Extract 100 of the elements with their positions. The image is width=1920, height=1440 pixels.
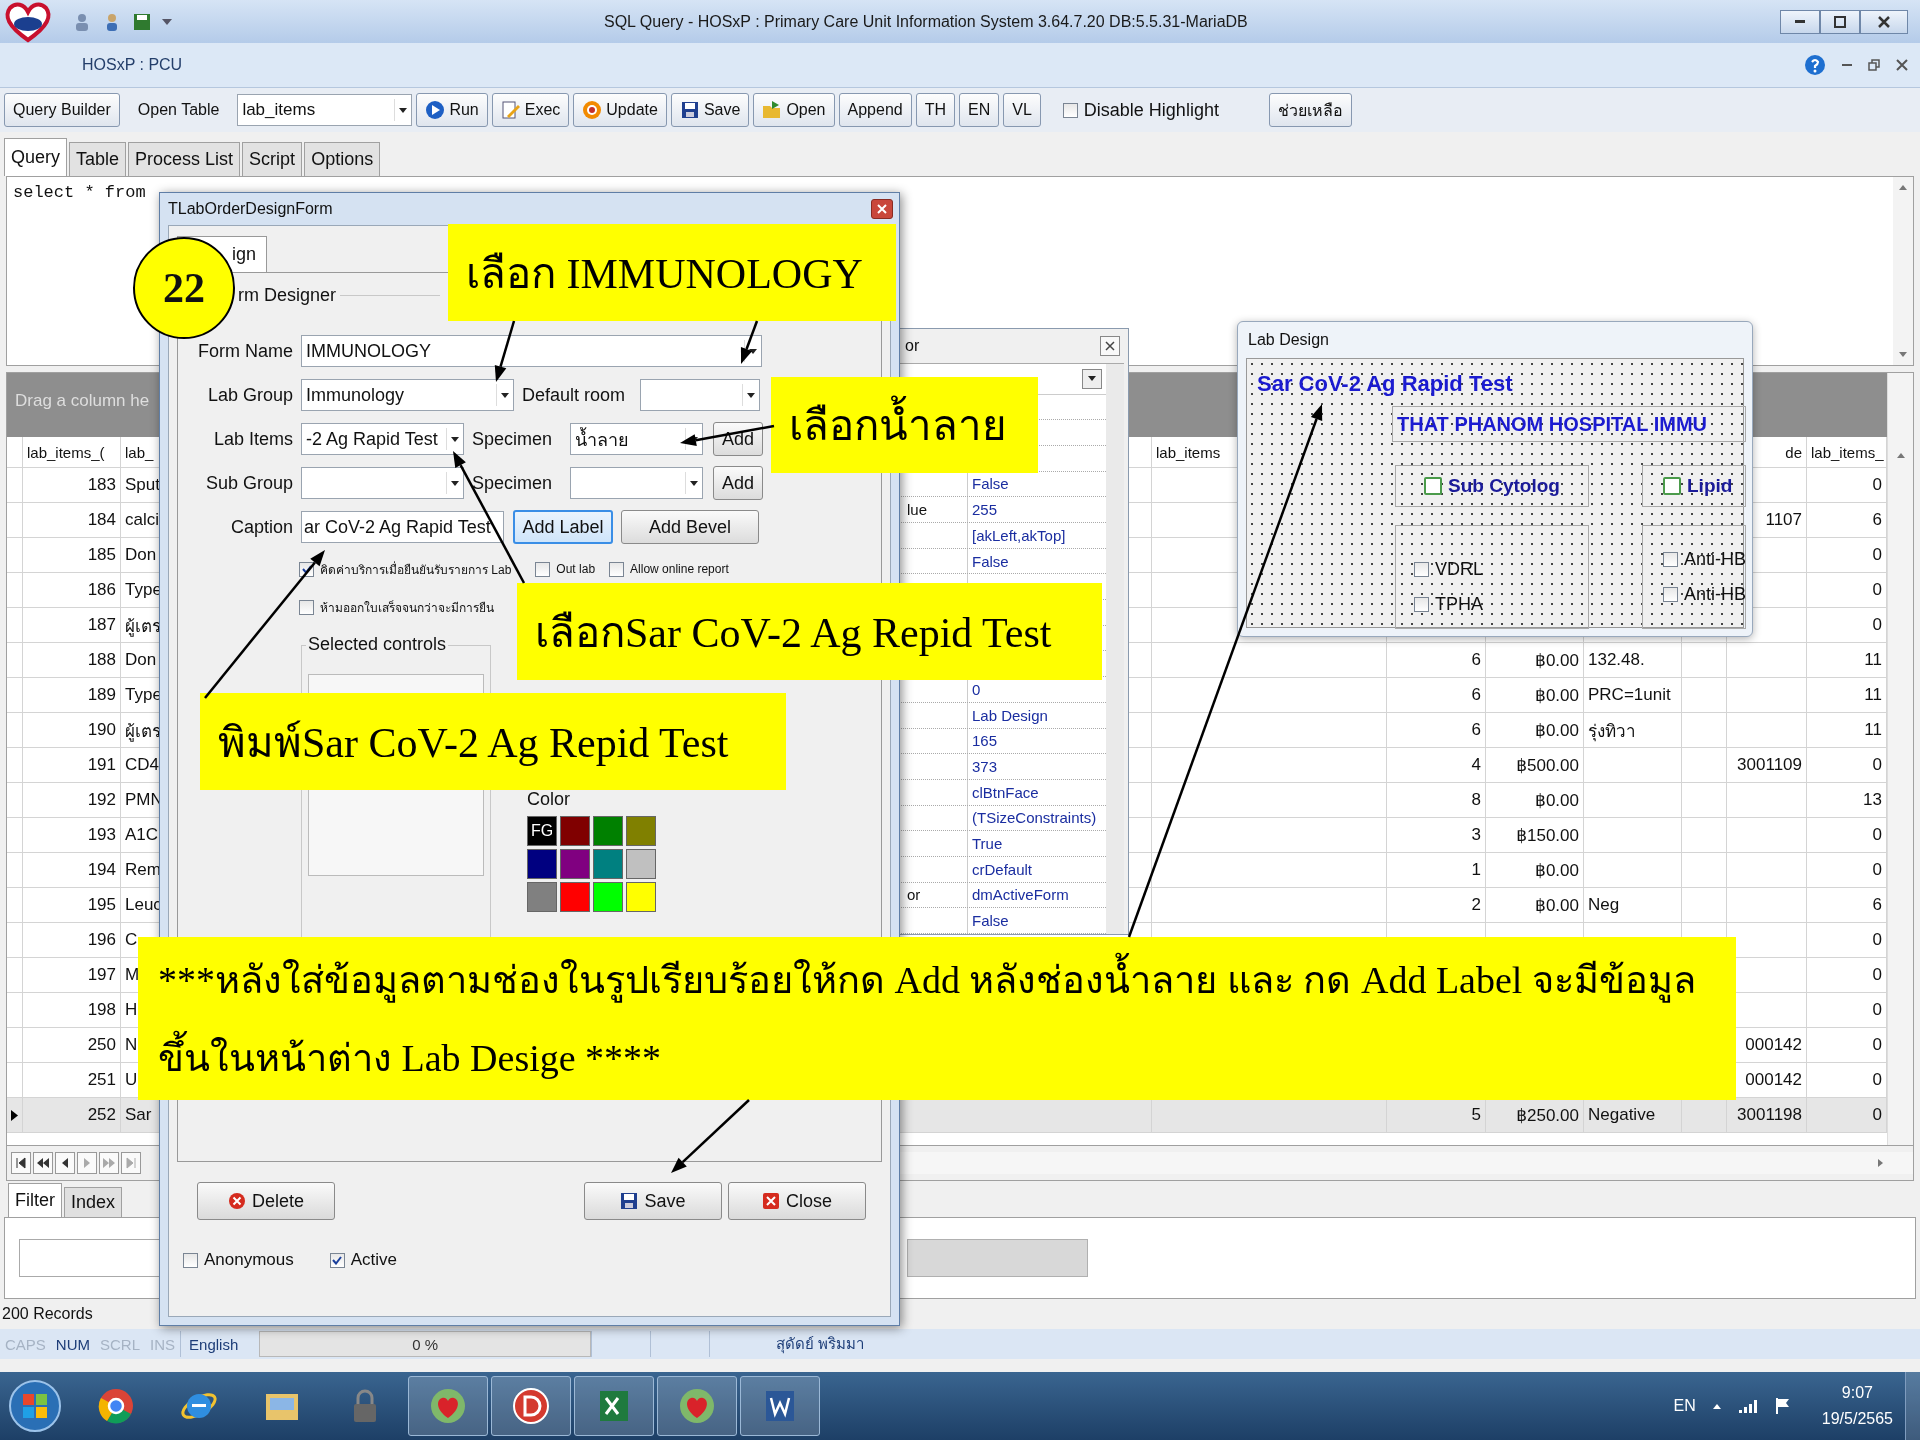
navigator-button[interactable]: [55, 1152, 75, 1174]
tab[interactable]: Script: [242, 142, 303, 176]
property-value[interactable]: False: [968, 548, 1106, 574]
checkbox[interactable]: [1414, 562, 1429, 577]
color-swatch[interactable]: [593, 816, 623, 846]
color-swatch[interactable]: FG: [527, 816, 557, 846]
tab[interactable]: Filter: [8, 1183, 62, 1217]
checkbox[interactable]: [329, 1252, 345, 1268]
button[interactable]: Add: [713, 422, 763, 456]
taskbar-button[interactable]: [657, 1376, 737, 1436]
show-desktop-button[interactable]: [1905, 1372, 1920, 1440]
column-header[interactable]: lab_items_(: [27, 443, 105, 461]
checkbox[interactable]: [1424, 477, 1443, 495]
sub-group-dropdown[interactable]: [301, 467, 464, 499]
column-header[interactable]: lab_items_: [1811, 443, 1884, 461]
color-swatch[interactable]: [560, 882, 590, 912]
lab-group-dropdown[interactable]: Immunology: [301, 379, 514, 411]
column-header[interactable]: lab_: [125, 443, 154, 461]
design-banner[interactable]: THAT PHANOM HOSPITAL IMMU: [1392, 406, 1746, 442]
caption-field[interactable]: ar CoV-2 Ag Rapid Test: [301, 511, 504, 543]
property-value[interactable]: 165: [968, 728, 1106, 754]
design-label[interactable]: Sar CoV-2 Ag Rapid Test: [1257, 371, 1513, 397]
property-value[interactable]: False: [968, 471, 1106, 497]
toolbar-button[interactable]: Exec: [491, 93, 570, 127]
toolbar-button[interactable]: Update: [573, 93, 667, 127]
tab[interactable]: Options: [304, 142, 381, 176]
scrollbar[interactable]: [1893, 177, 1913, 365]
toolbar-button[interactable]: TH: [915, 93, 955, 127]
toolbar-button[interactable]: ช่วยเหลือ: [1268, 93, 1352, 127]
taskbar-button[interactable]: [574, 1376, 654, 1436]
column-header[interactable]: lab_items: [1156, 443, 1221, 461]
checkbox[interactable]: [183, 1252, 198, 1268]
color-swatch[interactable]: [593, 882, 623, 912]
tab[interactable]: Index: [64, 1187, 123, 1217]
checkbox[interactable]: [1663, 477, 1681, 495]
checkbox[interactable]: [535, 561, 551, 577]
button[interactable]: Close: [728, 1182, 866, 1220]
minimize-button[interactable]: [1780, 9, 1820, 34]
button[interactable]: Add Bevel: [621, 510, 759, 544]
group-header[interactable]: Sub Cytolog: [1395, 465, 1589, 507]
table-dropdown[interactable]: lab_items: [237, 94, 413, 126]
form-name-dropdown[interactable]: IMMUNOLOGY: [301, 335, 762, 367]
checkbox[interactable]: [1414, 597, 1429, 612]
checkbox[interactable]: [1062, 102, 1078, 118]
scrollbar[interactable]: [1106, 363, 1124, 934]
tab[interactable]: Process List: [128, 142, 241, 176]
button[interactable]: Delete: [197, 1182, 335, 1220]
checkbox[interactable]: [299, 599, 314, 615]
toolbar-button[interactable]: Append: [838, 93, 912, 127]
close-button[interactable]: [1860, 9, 1908, 34]
navigator-button[interactable]: [33, 1152, 53, 1174]
column-header[interactable]: de: [1785, 443, 1802, 461]
property-value[interactable]: True: [968, 831, 1106, 856]
toolbar-button[interactable]: EN: [959, 93, 1000, 127]
property-value[interactable]: 0: [968, 677, 1106, 702]
taskbar-button[interactable]: [491, 1376, 571, 1436]
taskbar-button[interactable]: [408, 1376, 488, 1436]
dropdown-button[interactable]: [1082, 368, 1102, 389]
toolbar-button[interactable]: Save: [670, 93, 750, 127]
color-swatch[interactable]: [626, 816, 656, 846]
property-value[interactable]: (TSizeConstraints): [968, 805, 1106, 831]
close-button[interactable]: [1100, 335, 1120, 356]
navigator-button[interactable]: [11, 1152, 31, 1174]
property-value[interactable]: crDefault: [968, 856, 1106, 882]
color-swatch[interactable]: [527, 849, 557, 879]
property-value[interactable]: Lab Design: [968, 702, 1106, 728]
color-swatch[interactable]: [626, 882, 656, 912]
color-swatch[interactable]: [593, 849, 623, 879]
checkbox[interactable]: [609, 561, 625, 577]
toolbar-button[interactable]: VL: [1003, 93, 1041, 127]
checkbox[interactable]: [1663, 552, 1678, 567]
table-cell: ฿0.00: [1535, 649, 1579, 671]
button[interactable]: Add Label: [513, 510, 613, 544]
specimen-dropdown[interactable]: น้ำลาย: [570, 423, 703, 455]
group-header[interactable]: Lipid: [1642, 465, 1746, 507]
property-value[interactable]: clBtnFace: [968, 779, 1106, 805]
checkbox[interactable]: [1663, 587, 1678, 602]
taskbar-button[interactable]: [740, 1376, 820, 1436]
close-button[interactable]: [871, 199, 893, 219]
property-value[interactable]: [akLeft,akTop]: [968, 523, 1106, 548]
color-swatch[interactable]: [527, 882, 557, 912]
property-value[interactable]: dmActiveForm: [968, 882, 1106, 908]
property-value[interactable]: 255: [968, 497, 1106, 522]
color-swatch[interactable]: [560, 816, 590, 846]
button[interactable]: Add: [713, 466, 763, 500]
specimen-dropdown[interactable]: [570, 467, 703, 499]
button[interactable]: Save: [584, 1182, 722, 1220]
property-value[interactable]: 373: [968, 754, 1106, 779]
default-room-dropdown[interactable]: [640, 379, 760, 411]
lab-items-dropdown[interactable]: -2 Ag Rapid Test: [301, 423, 464, 455]
tab[interactable]: Query: [4, 138, 68, 176]
maximize-button[interactable]: [1820, 9, 1860, 34]
table-cell: Sput: [125, 475, 160, 495]
toolbar-button[interactable]: Query Builder: [4, 93, 120, 127]
scrollbar[interactable]: [1887, 373, 1913, 1145]
toolbar-button[interactable]: Open: [753, 93, 835, 127]
color-swatch[interactable]: [560, 849, 590, 879]
tab[interactable]: Table: [69, 142, 127, 176]
toolbar-button[interactable]: Run: [416, 93, 488, 127]
color-swatch[interactable]: [626, 849, 656, 879]
